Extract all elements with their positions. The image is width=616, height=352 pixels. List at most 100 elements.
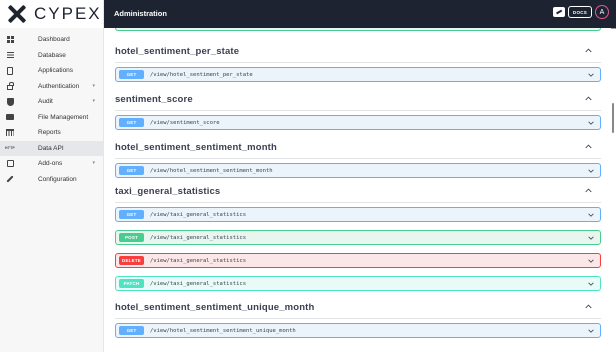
- operation-row[interactable]: GET/view/hotel_sentiment_sentiment_month: [115, 163, 601, 178]
- sidebar-item-label: Applications: [38, 67, 74, 75]
- method-badge: DELETE: [119, 256, 144, 265]
- database-icon: [5, 51, 15, 59]
- sidebar-item-dashboard[interactable]: Dashboard: [0, 32, 103, 48]
- scrollbar-arrow[interactable]: [611, 28, 616, 31]
- cypex-logo-icon: [6, 4, 28, 24]
- operation-row[interactable]: GET/view/taxi_general_statistics: [115, 207, 601, 222]
- operation-path: /view/hotel_sentiment_sentiment_month: [150, 167, 273, 174]
- api-section: hotel_sentiment_sentiment_month GET/view/…: [115, 138, 601, 178]
- operation-path: /view/taxi_general_statistics: [150, 211, 247, 218]
- sidebar-item-applications[interactable]: Applications: [0, 63, 103, 79]
- lock-icon: [5, 82, 15, 91]
- dashboard-icon: [5, 36, 15, 44]
- shield-icon: [5, 97, 15, 106]
- sidebar: CYPEX Dashboard Database Applications Au…: [0, 0, 104, 352]
- section-title: taxi_general_statistics: [115, 185, 221, 197]
- chevron-up-icon[interactable]: [583, 301, 593, 311]
- table-icon: [5, 129, 15, 137]
- method-badge: GET: [119, 118, 144, 127]
- divider: [115, 202, 601, 203]
- puzzle-icon: [5, 160, 15, 168]
- chevron-down-icon: ▾: [92, 98, 95, 104]
- logo[interactable]: CYPEX: [0, 0, 103, 28]
- section-header[interactable]: hotel_sentiment_sentiment_unique_month: [115, 298, 601, 319]
- chevron-down-icon[interactable]: [587, 234, 595, 242]
- operation-row[interactable]: GET/view/sentiment_score: [115, 115, 601, 130]
- divider: [115, 110, 601, 111]
- scrollbar[interactable]: [612, 103, 614, 133]
- chevron-down-icon[interactable]: [587, 280, 595, 288]
- logo-text: CYPEX: [34, 4, 102, 23]
- sidebar-item-reports[interactable]: Reports: [0, 125, 103, 141]
- app-window: CYPEX Dashboard Database Applications Au…: [0, 0, 616, 352]
- sidebar-item-audit[interactable]: Audit ▾: [0, 94, 103, 110]
- divider: [115, 158, 601, 159]
- chevron-down-icon[interactable]: [587, 167, 595, 175]
- http-icon: HTTP: [5, 146, 15, 151]
- chat-icon: [556, 9, 562, 15]
- sidebar-item-add-ons[interactable]: Add-ons ▾: [0, 156, 103, 172]
- sidebar-item-label: Authentication: [38, 82, 80, 90]
- chevron-up-icon[interactable]: [583, 93, 593, 103]
- chevron-down-icon[interactable]: [587, 327, 595, 335]
- operation-path: /view/taxi_general_statistics: [150, 234, 247, 241]
- method-badge: GET: [119, 166, 144, 175]
- chevron-down-icon[interactable]: [587, 211, 595, 219]
- operation-row[interactable]: DELETE/view/taxi_general_statistics: [115, 253, 601, 268]
- sidebar-item-data-api[interactable]: HTTP Data API: [0, 140, 103, 156]
- sidebar-item-label: Audit: [38, 98, 53, 106]
- section-header[interactable]: hotel_sentiment_per_state: [115, 42, 601, 63]
- operation-row[interactable]: GET/view/hotel_sentiment_per_state: [115, 67, 601, 82]
- method-badge: GET: [119, 70, 144, 79]
- api-section: hotel_sentiment_sentiment_unique_month GE…: [115, 298, 601, 338]
- section-header[interactable]: hotel_sentiment_sentiment_month: [115, 138, 601, 159]
- api-section: sentiment_score GET/view/sentiment_score: [115, 90, 601, 130]
- chevron-up-icon[interactable]: [583, 141, 593, 151]
- sidebar-item-database[interactable]: Database: [0, 48, 103, 64]
- section-title: sentiment_score: [115, 93, 193, 105]
- section-header[interactable]: sentiment_score: [115, 90, 601, 111]
- operation-path: /view/taxi_general_statistics: [150, 280, 247, 287]
- operation-row[interactable]: PATCH/view/taxi_general_statistics: [115, 276, 601, 291]
- api-section: taxi_general_statistics GET/view/taxi_gen…: [115, 182, 601, 291]
- sidebar-item-label: Reports: [38, 129, 61, 137]
- sidebar-item-configuration[interactable]: Configuration: [0, 172, 103, 188]
- operation-row[interactable]: POST/view/taxi_general_statistics: [115, 230, 601, 245]
- sidebar-item-file-management[interactable]: File Management: [0, 110, 103, 126]
- sidebar-item-label: Add-ons: [38, 160, 63, 168]
- chevron-down-icon[interactable]: [587, 71, 595, 79]
- chevron-down-icon[interactable]: [587, 257, 595, 265]
- avatar[interactable]: A: [595, 5, 609, 19]
- chevron-up-icon[interactable]: [583, 185, 593, 195]
- page-title: Administration: [114, 9, 167, 18]
- sidebar-item-label: Dashboard: [38, 36, 70, 44]
- sidebar-item-label: Data API: [38, 144, 64, 152]
- operation-path: /view/hotel_sentiment_sentiment_unique_m…: [150, 327, 296, 334]
- section-title: hotel_sentiment_per_state: [115, 45, 240, 57]
- operation-row[interactable]: [115, 28, 601, 31]
- api-section: hotel_sentiment_per_state GET/view/hotel_…: [115, 42, 601, 82]
- method-badge: PATCH: [119, 279, 144, 288]
- applications-icon: [5, 66, 15, 75]
- method-badge: GET: [119, 210, 144, 219]
- operation-row[interactable]: GET/view/hotel_sentiment_sentiment_uniqu…: [115, 323, 601, 338]
- section-title: hotel_sentiment_sentiment_month: [115, 141, 277, 153]
- chevron-down-icon: ▾: [92, 82, 95, 89]
- feedback-button[interactable]: [553, 7, 565, 17]
- section-header[interactable]: taxi_general_statistics: [115, 182, 601, 203]
- method-badge: POST: [119, 233, 144, 242]
- method-badge: GET: [119, 326, 144, 335]
- chevron-up-icon[interactable]: [583, 45, 593, 55]
- divider: [115, 318, 601, 319]
- folder-icon: [5, 113, 15, 121]
- operation-path: /view/hotel_sentiment_per_state: [150, 71, 253, 78]
- chevron-down-icon[interactable]: [587, 119, 595, 127]
- sidebar-item-authentication[interactable]: Authentication ▾: [0, 79, 103, 95]
- api-operations-panel: hotel_sentiment_per_state GET/view/hotel_…: [104, 28, 616, 352]
- section-title: hotel_sentiment_sentiment_unique_month: [115, 301, 315, 313]
- operation-path: /view/taxi_general_statistics: [150, 257, 247, 264]
- sidebar-item-label: Database: [38, 51, 66, 59]
- chevron-down-icon: ▾: [92, 160, 95, 166]
- docs-button[interactable]: DOCS: [568, 6, 592, 18]
- sidebar-item-label: File Management: [38, 113, 89, 121]
